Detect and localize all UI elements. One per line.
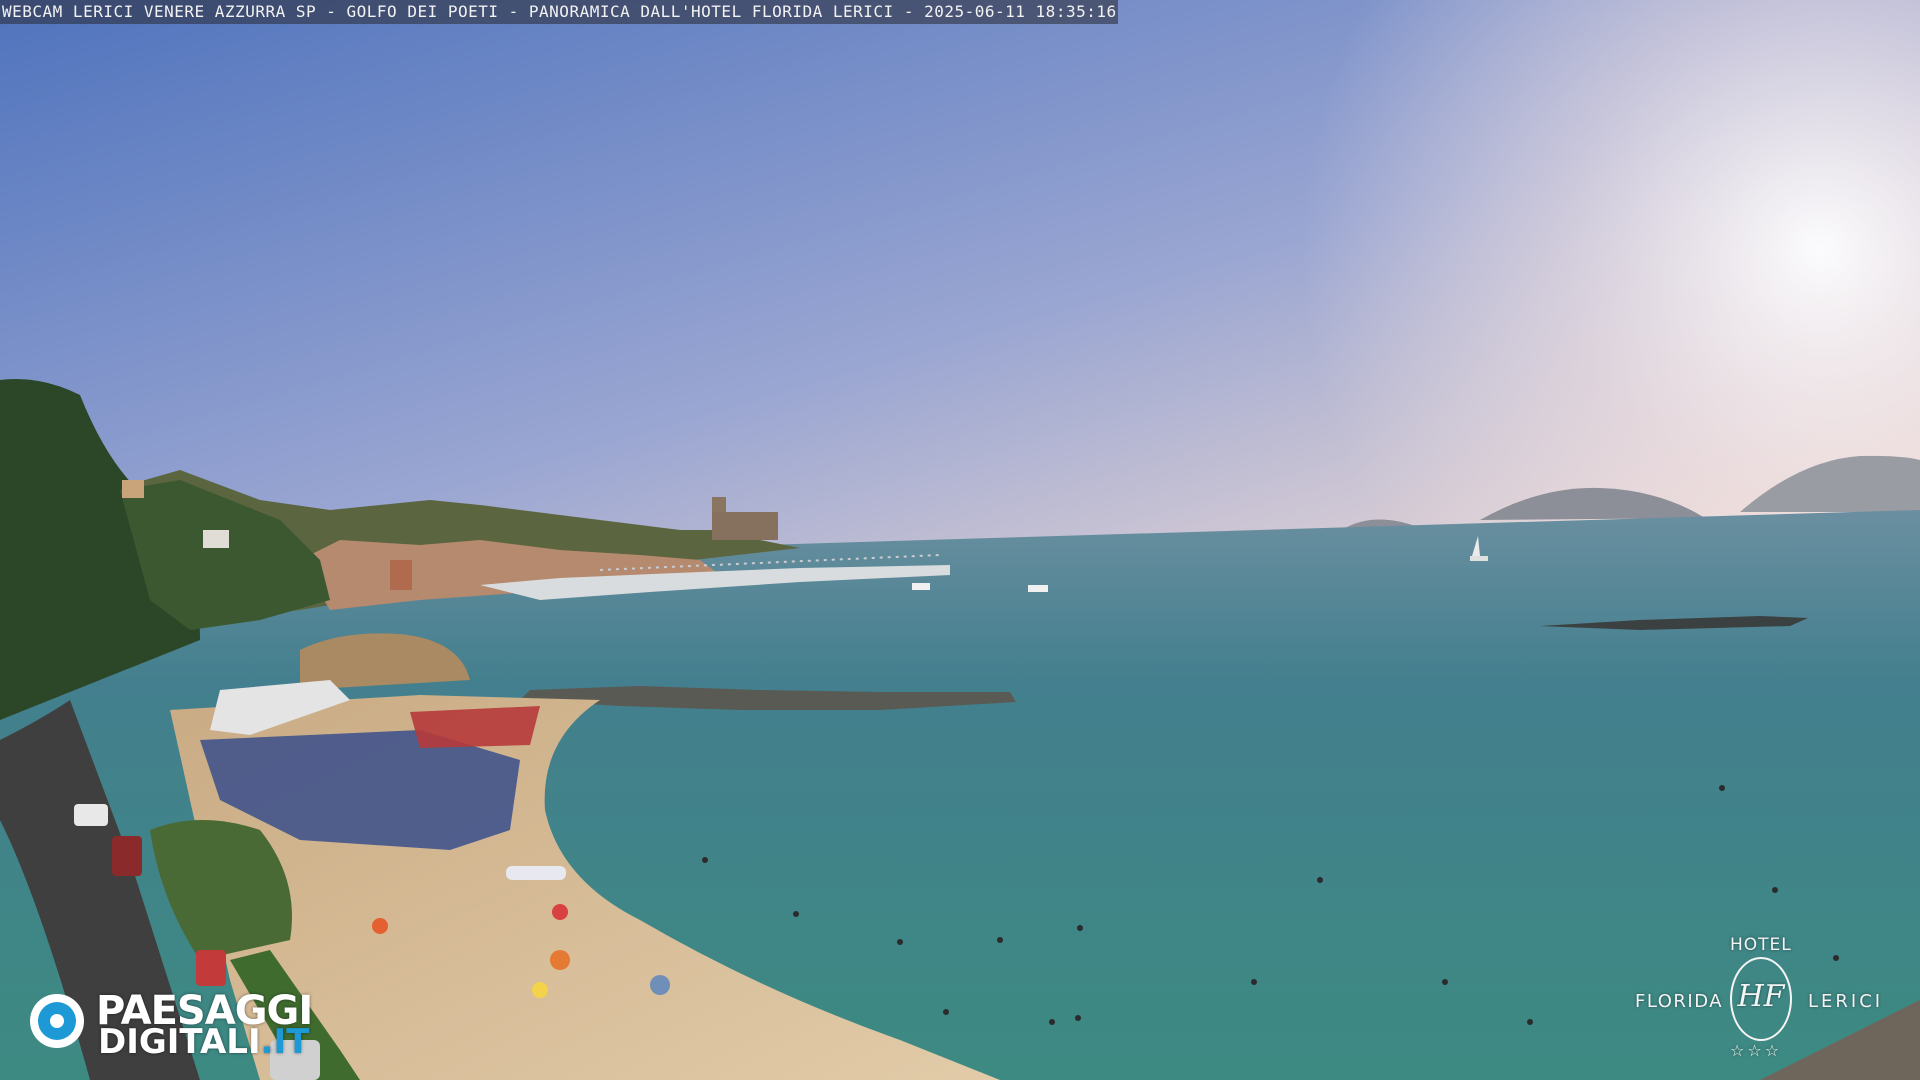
hotel-name: FLORIDA	[1635, 991, 1724, 1012]
parked-car	[112, 836, 142, 876]
hotel-florida-logo: HOTEL FLORIDA HF LERICI ☆☆☆	[1630, 935, 1900, 1065]
boat	[1028, 585, 1048, 592]
parked-car	[196, 950, 226, 986]
castle	[712, 512, 778, 540]
parked-car	[74, 804, 108, 826]
paesaggi-digitali-logo: PAESAGGI DIGITALI.IT	[30, 988, 330, 1062]
webcam-scene	[0, 0, 1920, 1080]
webcam-caption: WEBCAM LERICI VENERE AZZURRA SP - GOLFO …	[2, 2, 1117, 21]
boat-on-beach	[506, 866, 566, 880]
boat	[912, 583, 930, 590]
hotel-emblem: HF	[1730, 957, 1792, 1041]
beach-umbrella	[650, 975, 670, 995]
sun-glow	[0, 0, 1920, 560]
hotel-label: HOTEL	[1730, 935, 1792, 955]
house	[203, 530, 229, 548]
house	[122, 480, 144, 498]
beach-umbrella	[552, 904, 568, 920]
umbrellas-red	[410, 706, 540, 748]
eye-icon	[30, 994, 84, 1048]
sailboat-hull	[1470, 556, 1488, 561]
beach-umbrella	[532, 982, 548, 998]
caption-bar: WEBCAM LERICI VENERE AZZURRA SP - GOLFO …	[0, 0, 1118, 24]
hotel-town: LERICI	[1808, 991, 1884, 1012]
logo-line2: DIGITALI.IT	[98, 1022, 309, 1062]
beach-umbrella	[372, 918, 388, 934]
hotel-monogram: HF	[1737, 979, 1785, 1014]
house	[390, 560, 412, 590]
logo-line2-accent: .IT	[260, 1022, 310, 1062]
beach-umbrella	[550, 950, 570, 970]
hotel-stars: ☆☆☆	[1730, 1041, 1783, 1060]
logo-line2-main: DIGITALI	[98, 1022, 261, 1062]
